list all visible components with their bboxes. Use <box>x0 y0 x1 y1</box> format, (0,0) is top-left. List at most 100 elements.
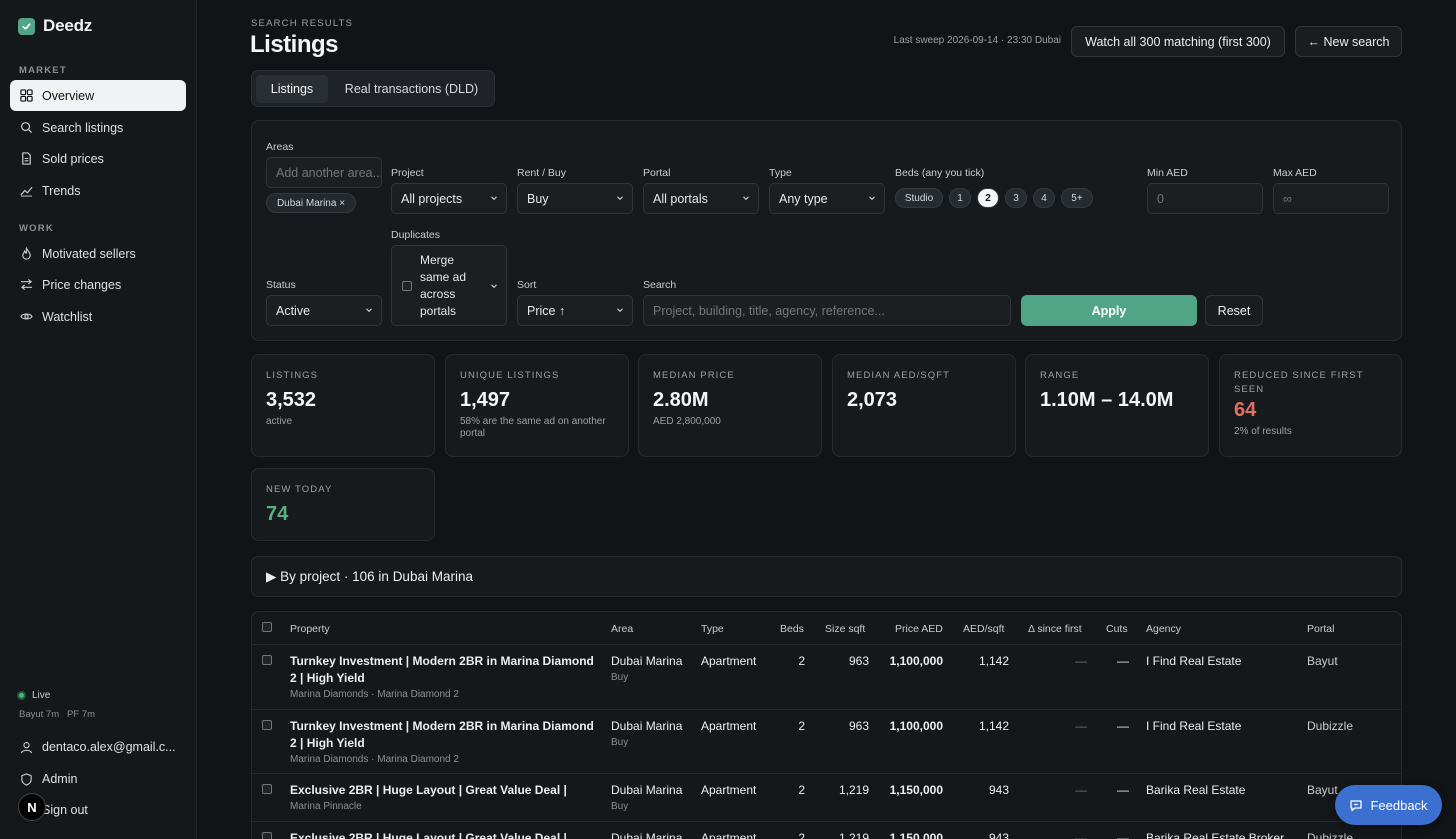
tab-real-transactions[interactable]: Real transactions (DLD) <box>334 75 489 103</box>
cell-cuts: — <box>1117 719 1129 733</box>
column-header-delta[interactable]: Δ since first <box>1028 623 1082 635</box>
type-select[interactable]: Any type <box>769 183 885 214</box>
beds-chip-studio[interactable]: Studio <box>895 188 943 208</box>
tab-listings[interactable]: Listings <box>256 75 328 103</box>
cell-psf: 1,142 <box>978 719 1009 733</box>
column-header-price[interactable]: Price AED <box>895 623 943 635</box>
chevron-down-icon <box>491 284 497 289</box>
row-checkbox[interactable] <box>262 832 272 839</box>
areas-input[interactable] <box>266 157 382 188</box>
sidebar-item-overview[interactable]: Overview <box>10 80 186 111</box>
project-select[interactable]: All projects <box>391 183 507 214</box>
watch-all-button[interactable]: Watch all 300 matching (first 300) <box>1071 26 1285 57</box>
cell-cuts: — <box>1117 831 1129 839</box>
status-select[interactable]: Active <box>266 295 382 326</box>
cell-price: 1,150,000 <box>889 831 943 839</box>
listing-title[interactable]: Turnkey Investment | Modern 2BR in Marin… <box>290 653 600 687</box>
feedback-button[interactable]: Feedback <box>1335 785 1442 825</box>
cell-size: 1,219 <box>838 783 869 797</box>
column-header-type[interactable]: Type <box>701 623 724 635</box>
area-chip-dubai-marina[interactable]: Dubai Marina × <box>266 193 356 213</box>
search-input[interactable] <box>643 295 1011 326</box>
table-row[interactable]: Exclusive 2BR | Huge Layout | Great Valu… <box>252 821 1401 839</box>
sidebar-item-watchlist[interactable]: Watchlist <box>10 301 186 332</box>
sidebar-item-label: Overview <box>42 88 95 103</box>
table-row[interactable]: Turnkey Investment | Modern 2BR in Marin… <box>252 644 1401 709</box>
by-project-toggle[interactable]: ▶ By project · 106 in Dubai Marina <box>251 556 1402 597</box>
cell-beds: 2 <box>798 654 805 668</box>
duplicates-select[interactable]: Merge same ad across portals <box>391 245 507 326</box>
cell-delta: — <box>1075 831 1087 839</box>
table-row[interactable]: Turnkey Investment | Modern 2BR in Marin… <box>252 709 1401 773</box>
user-account[interactable]: dentaco.alex@gmail.c... <box>10 733 186 761</box>
new-search-button[interactable]: ← New search <box>1295 26 1402 57</box>
column-header-psf[interactable]: AED/sqft <box>963 623 1004 635</box>
sidebar-item-motivated-sellers[interactable]: Motivated sellers <box>10 238 186 269</box>
status-label: Status <box>266 279 296 291</box>
portal-select[interactable]: All portals <box>643 183 759 214</box>
min-aed-input[interactable] <box>1147 183 1263 214</box>
column-header-beds[interactable]: Beds <box>780 623 804 635</box>
cell-portal: Bayut <box>1307 654 1338 668</box>
document-icon <box>22 152 31 165</box>
shield-icon <box>21 772 32 786</box>
table-row[interactable]: Exclusive 2BR | Huge Layout | Great Valu… <box>252 773 1401 821</box>
cell-type: Apartment <box>701 719 757 733</box>
row-checkbox[interactable] <box>262 784 272 794</box>
beds-chip-2[interactable]: 2 <box>977 188 999 208</box>
dev-badge[interactable]: N <box>18 793 46 821</box>
apply-button[interactable]: Apply <box>1021 295 1197 326</box>
sidebar-item-admin[interactable]: Admin <box>10 765 186 793</box>
merge-duplicates-checkbox[interactable] <box>402 280 412 291</box>
sidebar-item-trends[interactable]: Trends <box>10 175 186 206</box>
beds-chip-5plus[interactable]: 5+ <box>1061 188 1093 208</box>
reset-button[interactable]: Reset <box>1205 295 1263 326</box>
chevron-down-icon <box>617 308 623 313</box>
beds-chip-1[interactable]: 1 <box>949 188 971 208</box>
duplicates-value: Merge same ad across portals <box>420 252 467 318</box>
stat-value: 3,532 <box>266 389 317 411</box>
view-tabs: Listings Real transactions (DLD) <box>251 70 495 107</box>
column-header-agency[interactable]: Agency <box>1146 623 1181 635</box>
stat-value: 2.80M <box>653 389 709 411</box>
row-checkbox[interactable] <box>262 720 272 730</box>
cell-area: Dubai Marina <box>611 783 683 797</box>
column-header-size[interactable]: Size sqft <box>825 623 865 635</box>
max-aed-input[interactable] <box>1273 183 1389 214</box>
beds-chip-4[interactable]: 4 <box>1033 188 1055 208</box>
select-all-checkbox[interactable] <box>262 622 272 632</box>
cell-area: Dubai Marina <box>611 719 683 733</box>
column-header-portal[interactable]: Portal <box>1307 623 1334 635</box>
cell-price: 1,150,000 <box>889 783 943 797</box>
stat-label: REDUCED SINCE FIRST SEEN <box>1234 370 1364 395</box>
chevron-down-icon <box>869 196 875 201</box>
listing-title[interactable]: Turnkey Investment | Modern 2BR in Marin… <box>290 718 600 752</box>
column-header-cuts[interactable]: Cuts <box>1106 623 1128 635</box>
sort-select[interactable]: Price ↑ <box>517 295 633 326</box>
listings-table: Property Area Type Beds Size sqft Price … <box>251 611 1402 839</box>
beds-label: Beds (any you tick) <box>895 167 985 179</box>
cell-agency: I Find Real Estate <box>1146 719 1242 733</box>
duplicates-label: Duplicates <box>391 229 441 241</box>
sidebar-item-price-changes[interactable]: Price changes <box>10 269 186 300</box>
rentbuy-select[interactable]: Buy <box>517 183 633 214</box>
areas-label: Areas <box>266 141 294 153</box>
sidebar-item-sold-prices[interactable]: Sold prices <box>10 143 186 174</box>
beds-chip-3[interactable]: 3 <box>1005 188 1027 208</box>
listing-subtitle: Marina Pinnacle <box>290 801 362 812</box>
row-checkbox[interactable] <box>262 655 272 665</box>
listing-title[interactable]: Exclusive 2BR | Huge Layout | Great Valu… <box>290 782 600 799</box>
column-header-area[interactable]: Area <box>611 623 633 635</box>
cell-mode: Buy <box>611 801 629 812</box>
sidebar-item-search-listings[interactable]: Search listings <box>10 112 186 143</box>
stat-card-reduced: REDUCED SINCE FIRST SEEN 64 2% of result… <box>1219 354 1402 457</box>
listing-title[interactable]: Exclusive 2BR | Huge Layout | Great Valu… <box>290 830 600 839</box>
chevron-down-icon <box>617 196 623 201</box>
cell-area: Dubai Marina <box>611 654 683 668</box>
stat-label: LISTINGS <box>266 370 319 381</box>
brand[interactable]: Deedz <box>18 16 92 36</box>
sort-label: Sort <box>517 279 537 291</box>
cell-psf: 943 <box>988 831 1009 839</box>
column-header-property[interactable]: Property <box>290 623 330 635</box>
cell-agency: Barika Real Estate Broker <box>1146 831 1285 839</box>
